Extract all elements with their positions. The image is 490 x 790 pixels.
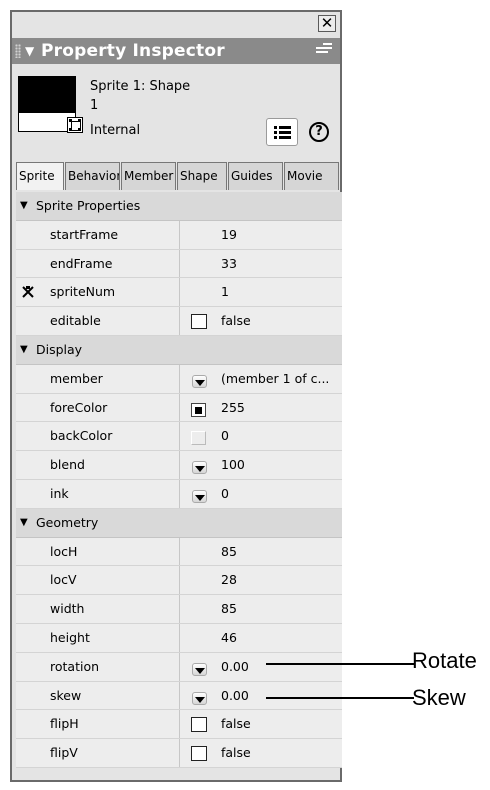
- skew-dropdown-icon[interactable]: [192, 691, 207, 705]
- property-name: startFrame: [50, 226, 119, 242]
- panel-titlebar[interactable]: ▼ Property Inspector: [12, 38, 340, 64]
- expand-arrow-icon[interactable]: ▼: [20, 509, 28, 537]
- options-menu-icon[interactable]: [316, 43, 332, 57]
- property-value[interactable]: 33: [221, 250, 237, 278]
- forecolor-swatch-icon[interactable]: [191, 402, 206, 417]
- sprite-number: 1: [90, 98, 99, 113]
- property-value[interactable]: (member 1 of c...: [221, 365, 329, 393]
- section-label: Display: [36, 341, 83, 357]
- tab-guides[interactable]: Guides: [228, 162, 283, 190]
- close-button[interactable]: ✕: [318, 15, 336, 32]
- property-name: foreColor: [50, 399, 108, 415]
- property-value: 1: [221, 284, 229, 300]
- list-view-button[interactable]: [266, 118, 298, 146]
- property-row-startframe[interactable]: startFrame 19: [16, 220, 342, 250]
- property-name: locH: [50, 543, 78, 559]
- shape-cast-icon: [67, 117, 83, 133]
- property-grid: ▼ Sprite Properties startFrame 19 endFra…: [16, 192, 342, 768]
- tab-shape[interactable]: Shape: [177, 162, 227, 190]
- tab-behaviors[interactable]: Behaviors: [65, 162, 120, 190]
- section-sprite-properties[interactable]: ▼ Sprite Properties: [16, 192, 342, 221]
- property-value: false: [221, 716, 251, 732]
- property-name: backColor: [50, 428, 113, 444]
- tab-movie[interactable]: Movie: [284, 162, 339, 190]
- property-row-fliph[interactable]: flipH false: [16, 710, 342, 740]
- lock-icon[interactable]: [21, 285, 35, 299]
- property-value[interactable]: 85: [221, 595, 237, 623]
- editable-checkbox[interactable]: [191, 314, 207, 330]
- property-row-width[interactable]: width 85: [16, 595, 342, 624]
- skew-callout-line: [266, 697, 414, 699]
- section-display[interactable]: ▼ Display: [16, 335, 342, 365]
- rotation-dropdown-icon[interactable]: [192, 662, 207, 676]
- panel-title: Property Inspector: [41, 41, 225, 61]
- expand-arrow-icon[interactable]: ▼: [20, 336, 28, 364]
- member-dropdown-icon[interactable]: [192, 374, 207, 388]
- tab-bar: Sprite Behaviors Member Shape Guides Mov…: [16, 162, 340, 190]
- property-value[interactable]: 46: [221, 624, 237, 652]
- property-value: false: [221, 745, 251, 761]
- property-value[interactable]: 0: [221, 422, 229, 450]
- property-value[interactable]: 255: [221, 394, 245, 422]
- help-button[interactable]: ?: [309, 122, 329, 142]
- ink-dropdown-icon[interactable]: [192, 489, 207, 503]
- property-name: locV: [50, 572, 77, 588]
- tab-member[interactable]: Member: [121, 162, 176, 190]
- section-geometry[interactable]: ▼ Geometry: [16, 508, 342, 538]
- property-name: spriteNum: [50, 284, 116, 300]
- property-value[interactable]: 28: [221, 566, 237, 594]
- property-name: member: [50, 370, 103, 386]
- property-row-spritenum[interactable]: spriteNum 1: [16, 278, 342, 308]
- property-inspector-panel: ✕ ▼ Property Inspector Sprite 1: Shape 1…: [10, 10, 342, 782]
- property-row-member[interactable]: member (member 1 of c...: [16, 364, 342, 394]
- property-name: ink: [50, 485, 69, 501]
- collapse-arrow-icon[interactable]: ▼: [25, 38, 34, 64]
- flipv-checkbox[interactable]: [191, 746, 207, 762]
- property-value[interactable]: 0: [221, 480, 229, 508]
- section-label: Sprite Properties: [36, 198, 141, 213]
- property-row-rotation[interactable]: rotation 0.00: [16, 652, 342, 682]
- blend-dropdown-icon[interactable]: [192, 461, 207, 475]
- property-name: endFrame: [50, 255, 113, 271]
- expand-arrow-icon[interactable]: ▼: [20, 192, 28, 220]
- property-row-ink[interactable]: ink 0: [16, 479, 342, 509]
- property-row-flipv[interactable]: flipV false: [16, 739, 342, 768]
- sprite-name: Sprite 1: Shape: [90, 79, 191, 94]
- property-value: false: [221, 313, 251, 329]
- property-value[interactable]: 85: [221, 538, 237, 566]
- sprite-type: Internal: [90, 123, 141, 138]
- fliph-checkbox[interactable]: [191, 717, 207, 733]
- section-label: Geometry: [36, 514, 99, 530]
- property-row-skew[interactable]: skew 0.00: [16, 681, 342, 711]
- rotate-callout-label: Rotate: [412, 648, 477, 673]
- property-name: rotation: [50, 658, 100, 674]
- backcolor-swatch-icon[interactable]: [191, 431, 206, 446]
- tab-sprite[interactable]: Sprite: [16, 162, 64, 190]
- property-value[interactable]: 19: [221, 221, 237, 249]
- property-name: width: [50, 601, 85, 617]
- property-row-endframe[interactable]: endFrame 33: [16, 249, 342, 279]
- rotate-callout-line: [266, 663, 414, 665]
- property-value[interactable]: 0.00: [221, 682, 249, 710]
- property-name: skew: [50, 687, 82, 703]
- property-value[interactable]: 0.00: [221, 653, 249, 681]
- property-name: flipH: [50, 716, 79, 732]
- property-name: flipV: [50, 745, 78, 761]
- property-row-blend[interactable]: blend 100: [16, 451, 342, 480]
- property-row-backcolor[interactable]: backColor 0: [16, 422, 342, 452]
- property-row-height[interactable]: height 46: [16, 623, 342, 653]
- property-row-editable[interactable]: editable false: [16, 307, 342, 336]
- property-row-forecolor[interactable]: foreColor 255: [16, 393, 342, 423]
- property-name: height: [50, 629, 90, 645]
- grip-handle-icon[interactable]: [15, 44, 21, 58]
- skew-callout-label: Skew: [412, 685, 466, 710]
- property-row-locv[interactable]: locV 28: [16, 566, 342, 596]
- property-name: blend: [50, 457, 85, 473]
- property-row-loch[interactable]: locH 85: [16, 537, 342, 567]
- property-value[interactable]: 100: [221, 451, 245, 479]
- property-name: editable: [50, 313, 101, 329]
